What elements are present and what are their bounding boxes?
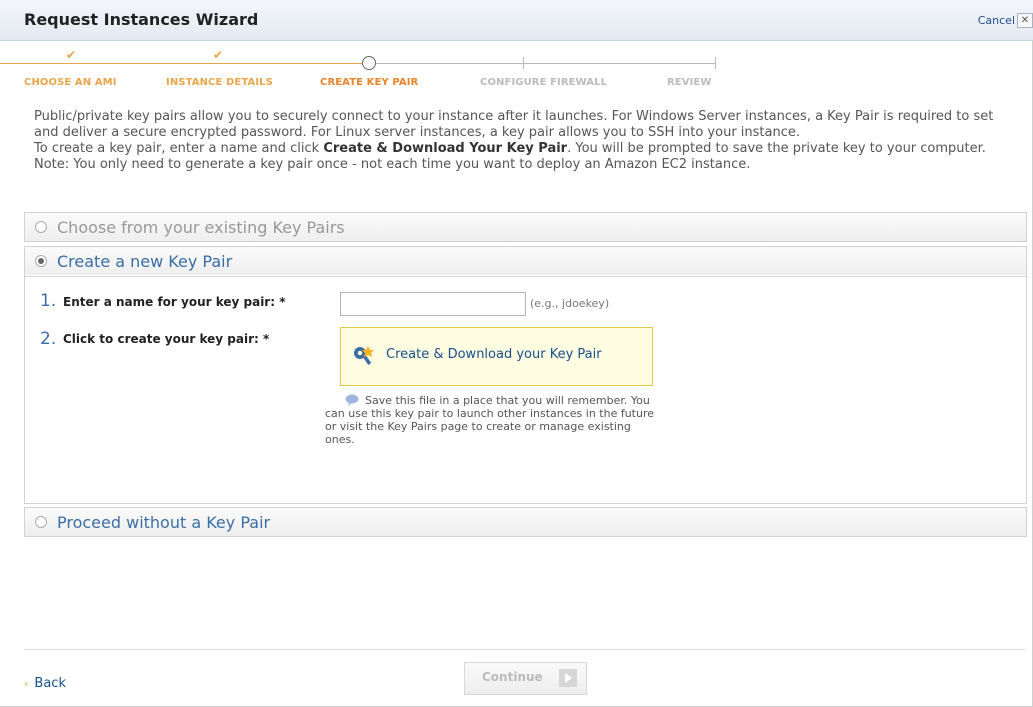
keyname-example: (e.g., jdoekey) xyxy=(530,297,610,310)
existing-radio[interactable] xyxy=(35,221,47,233)
option-existing-key-pairs[interactable]: Choose from your existing Key Pairs xyxy=(24,212,1027,242)
key-pair-description: Public/private key pairs allow you to se… xyxy=(34,109,1019,173)
wizard-title: Request Instances Wizard xyxy=(24,10,259,29)
option-create-new-key-pair[interactable]: Create a new Key Pair 1. Enter a name fo… xyxy=(24,246,1027,504)
close-icon[interactable]: ✕ xyxy=(1017,13,1033,28)
key-icon xyxy=(354,346,374,365)
continue-label: Continue xyxy=(482,670,543,684)
progress-line-done xyxy=(0,63,362,64)
keyname-label: Enter a name for your key pair: * xyxy=(63,295,286,309)
option-header: Create a new Key Pair xyxy=(25,247,1026,275)
current-step-icon xyxy=(362,56,376,70)
description-bold: Create & Download Your Key Pair xyxy=(323,141,568,156)
progress-line-todo xyxy=(376,63,716,64)
footer-divider xyxy=(24,649,1025,650)
back-label: Back xyxy=(34,676,66,691)
step-number-2: 2. xyxy=(40,329,57,349)
create-new-radio[interactable] xyxy=(35,255,47,267)
existing-label: Choose from your existing Key Pairs xyxy=(57,218,345,237)
back-arrow-icon: ‹ xyxy=(24,677,29,690)
option-header: Choose from your existing Key Pairs xyxy=(25,213,1026,241)
description-paragraph-2: To create a key pair, enter a name and c… xyxy=(34,141,1019,173)
step-marker xyxy=(523,57,524,69)
step-marker xyxy=(715,57,716,69)
proceed-without-label: Proceed without a Key Pair xyxy=(57,513,271,532)
create-key-pair-form: 1. Enter a name for your key pair: * (e.… xyxy=(25,276,1026,503)
save-file-hint-text: Save this file in a place that you will … xyxy=(325,394,655,446)
speech-bubble-icon xyxy=(345,394,359,406)
step-choose-ami: CHOOSE AN AMI xyxy=(24,77,117,88)
step-review: REVIEW xyxy=(667,77,712,88)
continue-arrow-icon xyxy=(559,669,577,687)
option-proceed-without-key-pair[interactable]: Proceed without a Key Pair xyxy=(24,507,1027,537)
step-done-check-icon: ✔ xyxy=(213,48,224,62)
description-paragraph-1: Public/private key pairs allow you to se… xyxy=(34,109,994,140)
create-new-label: Create a new Key Pair xyxy=(57,252,233,271)
description-text: To create a key pair, enter a name and c… xyxy=(34,141,324,156)
back-link[interactable]: ‹ Back xyxy=(24,676,66,691)
save-file-hint: Save this file in a place that you will … xyxy=(325,394,655,446)
continue-button[interactable]: Continue xyxy=(464,662,587,695)
proceed-without-radio[interactable] xyxy=(35,516,47,528)
option-header: Proceed without a Key Pair xyxy=(25,508,1026,536)
wizard-titlebar: Request Instances Wizard Cancel ✕ xyxy=(0,0,1033,41)
create-download-button[interactable]: Create & Download your Key Pair xyxy=(340,327,653,386)
step-configure-firewall: CONFIGURE FIREWALL xyxy=(480,77,608,88)
step-done-check-icon: ✔ xyxy=(66,48,77,62)
step-number-1: 1. xyxy=(40,291,57,311)
wizard-progress: ✔ ✔ CHOOSE AN AMI INSTANCE DETAILS CREAT… xyxy=(0,40,1033,100)
keyname-input[interactable] xyxy=(340,292,526,316)
step-instance-details: INSTANCE DETAILS xyxy=(166,77,273,88)
step-create-key-pair: CREATE KEY PAIR xyxy=(320,77,419,88)
create-label: Click to create your key pair: * xyxy=(63,332,270,346)
cancel-link[interactable]: Cancel xyxy=(978,14,1015,27)
create-download-label: Create & Download your Key Pair xyxy=(386,347,602,362)
